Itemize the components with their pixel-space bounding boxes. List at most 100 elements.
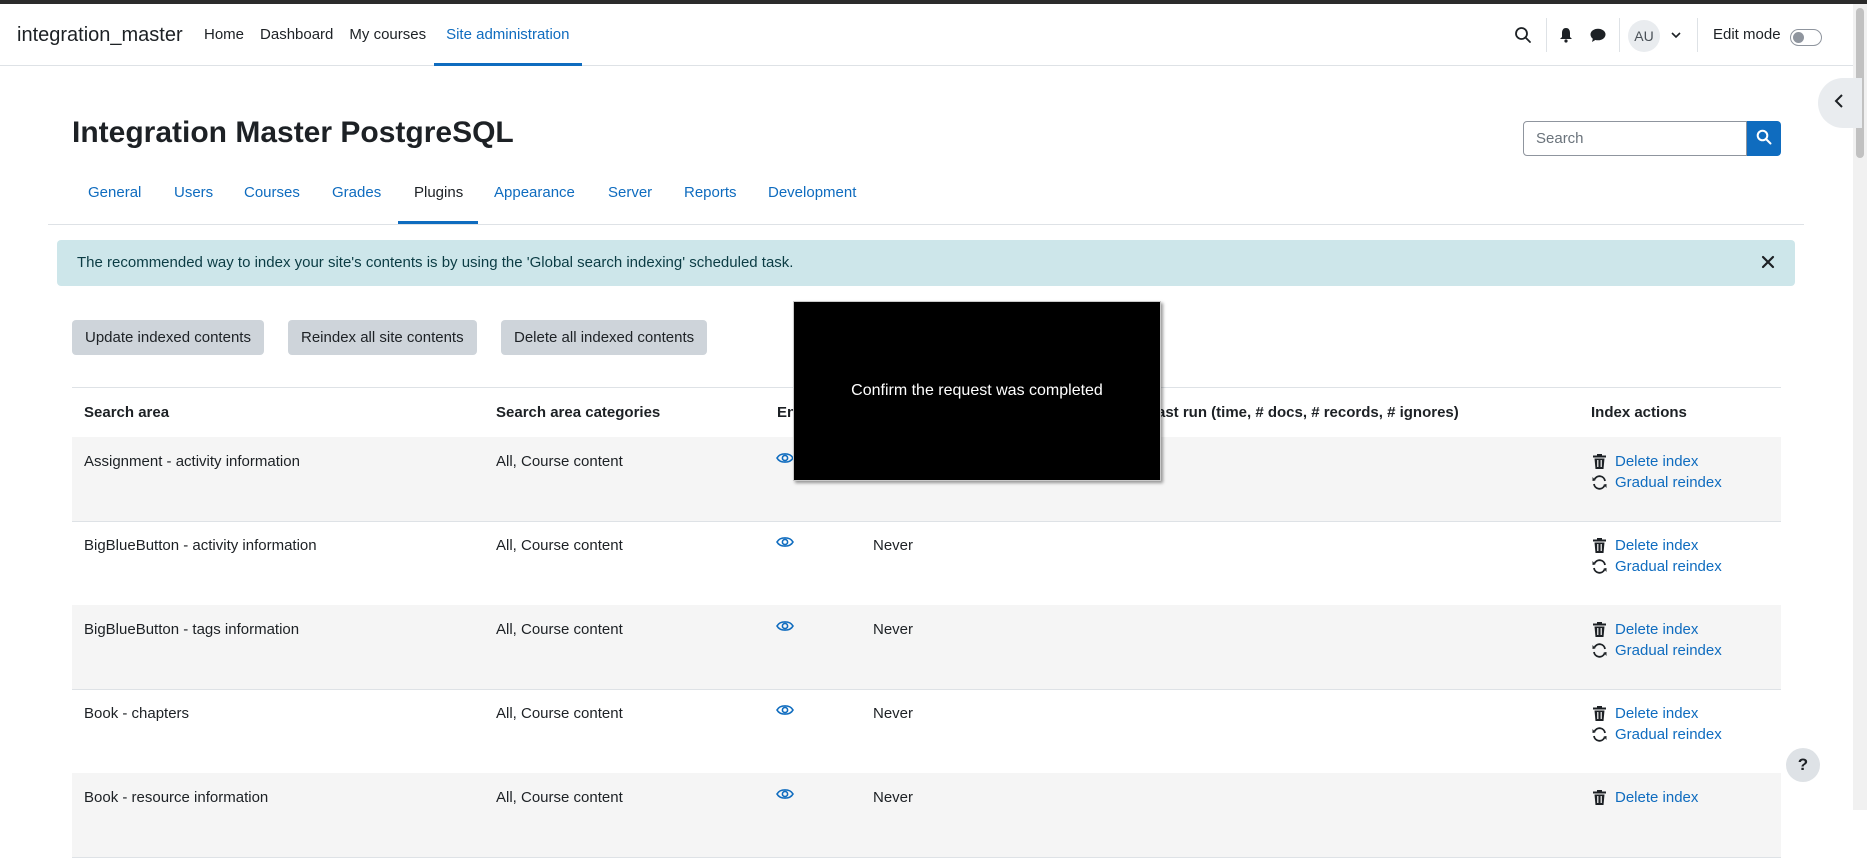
eye-icon[interactable] [776,703,794,721]
delete-all-indexed-button[interactable]: Delete all indexed contents [501,320,708,355]
delete-index-action: Delete index [1591,535,1722,556]
chevron-left-icon [1834,94,1844,112]
categories-cell: All, Course content [496,789,623,806]
delete-index-link[interactable]: Delete index [1615,537,1698,554]
chat-icon[interactable] [1587,24,1609,46]
info-alert: The recommended way to index your site's… [57,240,1795,286]
search-icon [1756,129,1772,148]
refresh-icon [1591,559,1607,575]
nav-home[interactable]: Home [196,4,252,65]
search-area-cell: BigBlueButton - activity information [84,537,317,554]
gradual-reindex-action: Gradual reindex [1591,640,1722,661]
search-input[interactable] [1523,121,1747,156]
tab-grades[interactable]: Grades [332,170,381,224]
gradual-reindex-action: Gradual reindex [1591,472,1722,493]
eye-icon[interactable] [776,451,794,469]
search-area-cell: BigBlueButton - tags information [84,621,300,638]
trash-icon [1591,454,1607,470]
page-title: Integration Master PostgreSQL [72,116,514,149]
gradual-reindex-link[interactable]: Gradual reindex [1615,474,1722,491]
eye-icon[interactable] [776,619,794,637]
trash-icon [1591,706,1607,722]
eye-icon[interactable] [776,787,794,805]
delete-index-link[interactable]: Delete index [1615,789,1698,806]
navbar: integration_master Home Dashboard My cou… [0,4,1853,66]
index-actions: Delete index Gradual reindex [1591,535,1722,577]
gradual-reindex-action: Gradual reindex [1591,556,1722,577]
search-area-cell: Book - resource information [84,789,269,806]
tab-general[interactable]: General [88,170,141,224]
bell-icon[interactable] [1555,24,1577,46]
last-run-cell: Never [873,621,914,638]
delete-index-action: Delete index [1591,451,1722,472]
tab-development[interactable]: Development [768,170,856,224]
search-area-cell: Assignment - activity information [84,453,300,470]
reindex-all-button[interactable]: Reindex all site contents [288,320,477,355]
header-categories: Search area categories [496,404,661,421]
close-icon[interactable] [1759,253,1777,271]
active-tab-indicator [398,221,478,224]
nav-dashboard[interactable]: Dashboard [252,4,341,65]
categories-cell: All, Course content [496,453,623,470]
index-actions: Delete index Gradual reindex [1591,703,1722,745]
edit-mode-label: Edit mode [1713,26,1781,43]
refresh-icon [1591,643,1607,659]
delete-index-action: Delete index [1591,787,1698,808]
categories-cell: All, Course content [496,621,623,638]
chevron-down-icon[interactable] [1665,24,1687,46]
search-box [1523,121,1781,156]
secondary-nav: General Users Courses Grades Plugins App… [48,170,1804,225]
search-icon[interactable] [1512,24,1534,46]
last-run-cell: Never [873,537,914,554]
index-actions: Delete index Gradual reindex [1591,451,1722,493]
tab-appearance[interactable]: Appearance [494,170,575,224]
tab-reports[interactable]: Reports [684,170,737,224]
confirmation-overlay: Confirm the request was completed [793,301,1161,481]
search-area-cell: Book - chapters [84,705,190,722]
primary-nav: Home Dashboard My courses Site administr… [196,4,582,66]
alert-text: The recommended way to index your site's… [77,254,794,271]
table-row: BigBlueButton - tags information All, Co… [72,605,1781,690]
delete-index-action: Delete index [1591,619,1722,640]
gradual-reindex-link[interactable]: Gradual reindex [1615,642,1722,659]
nav-my-courses[interactable]: My courses [341,4,434,65]
tab-users[interactable]: Users [174,170,213,224]
drawer-toggle-button[interactable] [1818,78,1862,128]
delete-index-link[interactable]: Delete index [1615,621,1698,638]
trash-icon [1591,538,1607,554]
gradual-reindex-link[interactable]: Gradual reindex [1615,726,1722,743]
delete-index-action: Delete index [1591,703,1722,724]
tab-plugins[interactable]: Plugins [414,170,463,224]
nav-site-administration[interactable]: Site administration [434,4,582,66]
help-button[interactable]: ? [1786,748,1820,782]
overlay-message: Confirm the request was completed [851,382,1103,399]
navbar-divider [1697,18,1698,52]
gradual-reindex-link[interactable]: Gradual reindex [1615,558,1722,575]
eye-icon[interactable] [776,535,794,553]
refresh-icon [1591,727,1607,743]
table-row: BigBlueButton - activity information All… [72,521,1781,606]
index-actions: Delete index [1591,787,1698,808]
navbar-divider [1546,18,1547,52]
tab-courses[interactable]: Courses [244,170,300,224]
last-run-cell: Never [873,789,914,806]
header-last-run: ast run (time, # docs, # records, # igno… [1157,404,1459,421]
header-index-actions: Index actions [1591,404,1687,421]
search-button[interactable] [1747,121,1781,156]
table-row: Book - resource information All, Course … [72,773,1781,858]
categories-cell: All, Course content [496,537,623,554]
edit-mode-toggle[interactable] [1790,29,1822,46]
header-search-area: Search area [84,404,170,421]
tab-server[interactable]: Server [608,170,652,224]
navbar-divider [1619,18,1620,52]
delete-index-link[interactable]: Delete index [1615,453,1698,470]
site-brand[interactable]: integration_master [17,24,183,47]
avatar[interactable]: AU [1628,20,1660,52]
update-indexed-contents-button[interactable]: Update indexed contents [72,320,264,355]
refresh-icon [1591,475,1607,491]
categories-cell: All, Course content [496,705,623,722]
toggle-knob [1793,32,1804,43]
index-actions: Delete index Gradual reindex [1591,619,1722,661]
delete-index-link[interactable]: Delete index [1615,705,1698,722]
trash-icon [1591,790,1607,806]
